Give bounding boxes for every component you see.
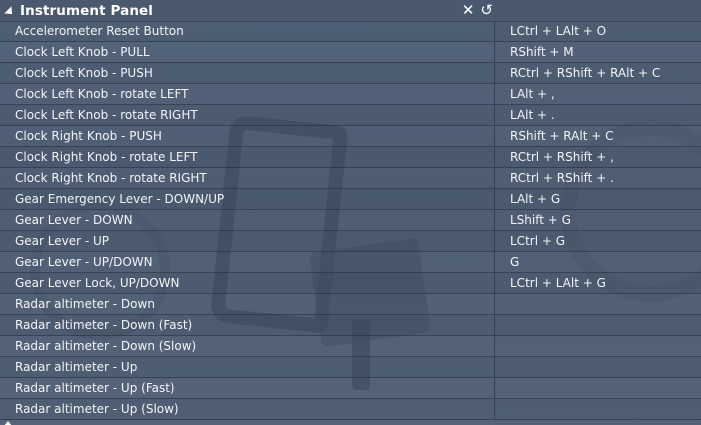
action-label: Gear Emergency Lever - DOWN/UP: [0, 189, 495, 209]
key-binding-cell[interactable]: LCtrl + LAlt + G: [495, 273, 701, 293]
action-label: Radar altimeter - Down (Slow): [0, 336, 495, 356]
action-label: Clock Left Knob - PUSH: [0, 63, 495, 83]
next-category-header-partial[interactable]: [0, 420, 701, 425]
category-title: Instrument Panel: [20, 2, 154, 19]
key-binding-cell[interactable]: LAlt + .: [495, 105, 701, 125]
binding-row[interactable]: Gear Lever - DOWN LShift + G: [0, 210, 701, 231]
action-label: Radar altimeter - Up (Slow): [0, 399, 495, 419]
binding-row[interactable]: Clock Right Knob - rotate LEFT RCtrl + RS…: [0, 147, 701, 168]
key-binding-cell[interactable]: RShift + RAlt + C: [495, 126, 701, 146]
close-icon[interactable]: ✕: [462, 3, 475, 18]
key-binding-cell[interactable]: LCtrl + LAlt + O: [495, 21, 701, 41]
binding-row[interactable]: Clock Right Knob - PUSH RShift + RAlt + C: [0, 126, 701, 147]
key-binding-cell[interactable]: LAlt + G: [495, 189, 701, 209]
binding-row[interactable]: Radar altimeter - Up: [0, 357, 701, 378]
binding-row[interactable]: Gear Lever Lock, UP/DOWN LCtrl + LAlt + G: [0, 273, 701, 294]
key-binding-cell[interactable]: [495, 294, 701, 314]
binding-row[interactable]: Radar altimeter - Down (Fast): [0, 315, 701, 336]
key-binding-cell[interactable]: LAlt + ,: [495, 84, 701, 104]
key-binding-cell[interactable]: RCtrl + RShift + .: [495, 168, 701, 188]
action-label: Clock Left Knob - rotate LEFT: [0, 84, 495, 104]
action-label: Radar altimeter - Up (Fast): [0, 378, 495, 398]
action-label: Clock Left Knob - PULL: [0, 42, 495, 62]
bindings-table: Accelerometer Reset Button LCtrl + LAlt +…: [0, 21, 701, 425]
binding-row[interactable]: Clock Left Knob - PULL RShift + M: [0, 42, 701, 63]
key-binding-cell[interactable]: [495, 399, 701, 419]
key-binding-cell[interactable]: RShift + M: [495, 42, 701, 62]
binding-row[interactable]: Radar altimeter - Up (Fast): [0, 378, 701, 399]
key-binding-cell[interactable]: LShift + G: [495, 210, 701, 230]
action-label: Gear Lever - DOWN: [0, 210, 495, 230]
reset-icon[interactable]: ↺: [480, 3, 493, 18]
key-binding-cell[interactable]: [495, 357, 701, 377]
binding-row[interactable]: Gear Emergency Lever - DOWN/UP LAlt + G: [0, 189, 701, 210]
key-binding-cell[interactable]: RCtrl + RShift + RAlt + C: [495, 63, 701, 83]
controls-window: Instrument Panel ✕ ↺ Accelerometer Reset…: [0, 0, 701, 425]
action-label: Accelerometer Reset Button: [0, 21, 495, 41]
action-label: Gear Lever - UP: [0, 231, 495, 251]
binding-row[interactable]: Clock Left Knob - PUSH RCtrl + RShift + R…: [0, 63, 701, 84]
binding-row[interactable]: Clock Left Knob - rotate LEFT LAlt + ,: [0, 84, 701, 105]
key-binding-cell[interactable]: [495, 336, 701, 356]
binding-row[interactable]: Clock Right Knob - rotate RIGHT RCtrl + R…: [0, 168, 701, 189]
binding-row[interactable]: Gear Lever - UP LCtrl + G: [0, 231, 701, 252]
expand-arrow-icon[interactable]: [4, 421, 12, 425]
category-header-instrument-panel[interactable]: Instrument Panel ✕ ↺: [0, 0, 701, 22]
binding-row[interactable]: Clock Left Knob - rotate RIGHT LAlt + .: [0, 105, 701, 126]
key-binding-cell[interactable]: [495, 378, 701, 398]
action-label: Radar altimeter - Down: [0, 294, 495, 314]
action-label: Clock Right Knob - PUSH: [0, 126, 495, 146]
binding-row[interactable]: Gear Lever - UP/DOWN G: [0, 252, 701, 273]
collapse-arrow-icon[interactable]: [4, 5, 16, 18]
binding-row[interactable]: Radar altimeter - Down: [0, 294, 701, 315]
action-label: Clock Right Knob - rotate RIGHT: [0, 168, 495, 188]
action-label: Clock Left Knob - rotate RIGHT: [0, 105, 495, 125]
key-binding-cell[interactable]: G: [495, 252, 701, 272]
key-binding-cell[interactable]: RCtrl + RShift + ,: [495, 147, 701, 167]
header-actions: ✕ ↺: [462, 0, 493, 21]
binding-row[interactable]: Accelerometer Reset Button LCtrl + LAlt +…: [0, 21, 701, 42]
binding-row[interactable]: Radar altimeter - Up (Slow): [0, 399, 701, 420]
action-label: Radar altimeter - Up: [0, 357, 495, 377]
action-label: Gear Lever - UP/DOWN: [0, 252, 495, 272]
action-label: Radar altimeter - Down (Fast): [0, 315, 495, 335]
key-binding-cell[interactable]: [495, 315, 701, 335]
key-binding-cell[interactable]: LCtrl + G: [495, 231, 701, 251]
binding-row[interactable]: Radar altimeter - Down (Slow): [0, 336, 701, 357]
action-label: Gear Lever Lock, UP/DOWN: [0, 273, 495, 293]
action-label: Clock Right Knob - rotate LEFT: [0, 147, 495, 167]
